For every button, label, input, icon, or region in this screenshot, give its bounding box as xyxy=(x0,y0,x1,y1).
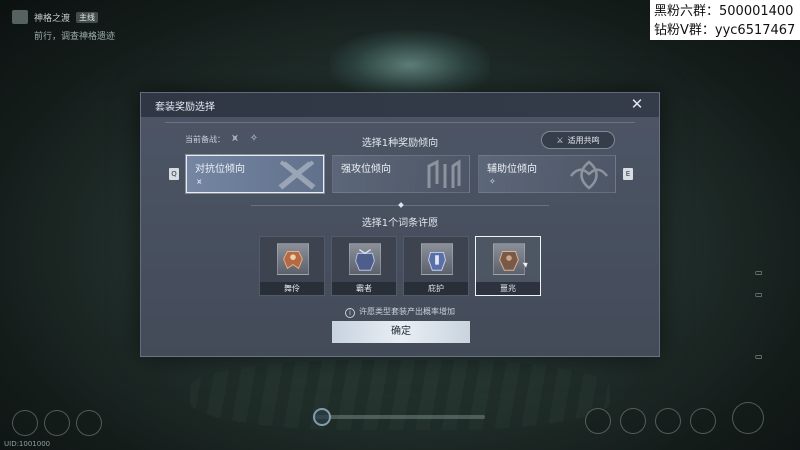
dancer-set-icon xyxy=(277,243,309,275)
omen-set-icon xyxy=(493,243,525,275)
stamina-bar xyxy=(315,415,485,419)
quest-icon xyxy=(12,10,28,24)
wish-option-omen[interactable]: 噩兆 xyxy=(475,236,541,296)
confirm-button[interactable]: 确定 xyxy=(332,321,470,343)
wish-label: 噩兆 xyxy=(476,282,540,295)
wish-label: 庇护 xyxy=(404,282,468,295)
wish-label: 霸者 xyxy=(332,282,396,295)
close-icon[interactable]: ✕ xyxy=(629,96,645,112)
wish-label: 舞伶 xyxy=(260,282,324,295)
tendency-label: 对抗位倾向 xyxy=(195,164,245,175)
hud-uid: UID:1001000 xyxy=(4,440,51,448)
quest-badge: 主线 xyxy=(76,11,99,23)
hud-character-icon[interactable] xyxy=(585,408,611,434)
right-hint-1: ▭ xyxy=(755,268,763,277)
dialog-title: 套装奖励选择 xyxy=(155,102,215,113)
wish-option-shelter[interactable]: 庇护 xyxy=(403,236,469,296)
right-hint-3: ▭ xyxy=(755,352,763,361)
resonance-label: 适用共鸣 xyxy=(567,135,600,145)
watermark-line-1: 黑粉六群：500001400 xyxy=(654,4,794,19)
wish-option-dancer[interactable]: 舞伶 xyxy=(259,236,325,296)
info-icon: i xyxy=(345,308,355,318)
hud-skill-icon[interactable] xyxy=(12,410,38,436)
resist-role-icon: ⩙ xyxy=(197,177,202,186)
wish-info-text: 许愿类型套装产出概率增加 xyxy=(359,307,455,316)
shelter-set-icon xyxy=(421,243,453,275)
overlord-set-icon xyxy=(349,243,381,275)
hud-skill-icon[interactable] xyxy=(44,410,70,436)
header-divider xyxy=(165,122,635,123)
hud-attack-icon[interactable] xyxy=(732,402,764,434)
stream-watermark: 黑粉六群：500001400 钻粉V群：yyc6517467 xyxy=(650,0,800,40)
watermark-line-2: 钻粉V群：yyc6517467 xyxy=(654,23,796,38)
tendency-option-resist[interactable]: 对抗位倾向 ⩙ xyxy=(186,155,324,193)
tendency-label: 辅助位倾向 xyxy=(487,164,537,175)
attack-role-icon xyxy=(427,159,461,188)
scene-light xyxy=(330,30,490,100)
hud-character-icon[interactable] xyxy=(690,408,716,434)
quest-tracker[interactable]: 神格之渡 主线 前行，调查神格遗迹 xyxy=(12,10,172,42)
key-hint-e[interactable]: E xyxy=(623,168,633,180)
quest-title: 神格之渡 xyxy=(34,13,71,24)
crossed-swords-icon: ⚔ xyxy=(556,135,564,145)
stamina-knob-icon xyxy=(313,408,331,426)
set-reward-dialog: 套装奖励选择 ✕ 当前备战： ⩙ ✧ 选择1种奖励倾向 ⚔ 适用共鸣 Q E 对… xyxy=(140,92,660,357)
wish-section-title: 选择1个词条许愿 xyxy=(361,218,439,229)
divider-diamond-icon xyxy=(398,202,404,208)
resonance-button[interactable]: ⚔ 适用共鸣 xyxy=(541,131,615,149)
key-hint-q[interactable]: Q xyxy=(169,168,179,180)
tendency-label: 强攻位倾向 xyxy=(341,164,391,175)
hud-character-icon[interactable] xyxy=(620,408,646,434)
hud-skill-icon[interactable] xyxy=(76,410,102,436)
support-role-icon-art xyxy=(570,160,608,190)
wish-option-overlord[interactable]: 霸者 xyxy=(331,236,397,296)
right-hint-2: ▭ xyxy=(755,290,763,299)
tendency-option-support[interactable]: 辅助位倾向 ✧ xyxy=(478,155,616,193)
wish-info: i 许愿类型套装产出概率增加 xyxy=(141,306,659,318)
hud-character-icon[interactable] xyxy=(655,408,681,434)
tendency-option-attack[interactable]: 强攻位倾向 xyxy=(332,155,470,193)
dialog-header: 套装奖励选择 ✕ xyxy=(141,93,659,117)
quest-description: 前行，调查神格遗迹 xyxy=(34,32,116,42)
crossed-swords-icon xyxy=(278,160,316,190)
support-role-icon: ✧ xyxy=(489,177,496,186)
